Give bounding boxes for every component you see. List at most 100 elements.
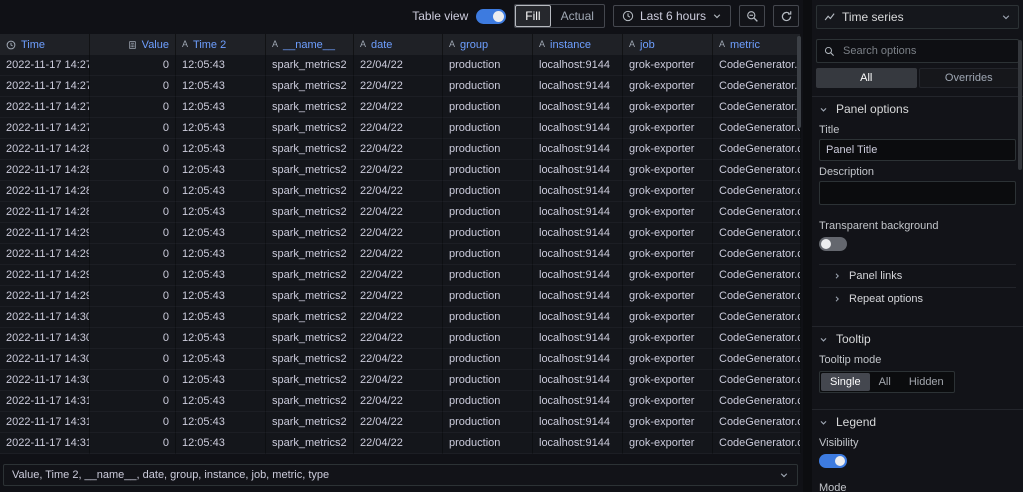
table-row[interactable]: 2022-11-17 14:28:45012:05:43spark_metric…: [0, 202, 801, 223]
table-cell-job: grok-exporter: [623, 223, 713, 244]
title-label: Title: [819, 124, 840, 136]
section-tooltip: Tooltip Tooltip mode Single All Hidden: [812, 326, 1023, 401]
table-row[interactable]: 2022-11-17 14:29:15012:05:43spark_metric…: [0, 244, 801, 265]
panel-links-collapse[interactable]: Panel links: [819, 264, 1016, 287]
fields-dropdown[interactable]: Value, Time 2, __name__, date, group, in…: [3, 464, 798, 486]
column-header-name[interactable]: A __name__: [266, 34, 354, 55]
table-row[interactable]: 2022-11-17 14:31:30012:05:43spark_metric…: [0, 433, 801, 454]
table-row[interactable]: 2022-11-17 14:31:00012:05:43spark_metric…: [0, 391, 801, 412]
column-header-instance[interactable]: Ainstance: [533, 34, 623, 55]
table-cell-group: production: [443, 244, 533, 265]
table-row[interactable]: 2022-11-17 14:27:15012:05:43spark_metric…: [0, 76, 801, 97]
table-cell-date: 22/04/22: [354, 223, 443, 244]
panel-title-input[interactable]: [819, 139, 1016, 161]
table-cell-name: spark_metrics2: [266, 223, 354, 244]
table-cell-time: 2022-11-17 14:30:45: [0, 370, 90, 391]
graph-icon: [824, 11, 836, 23]
table-row[interactable]: 2022-11-17 14:29:45012:05:43spark_metric…: [0, 286, 801, 307]
visualization-picker-value: Time series: [842, 10, 904, 24]
table-row[interactable]: 2022-11-17 14:29:00012:05:43spark_metric…: [0, 223, 801, 244]
legend-visibility-toggle[interactable]: [819, 454, 847, 468]
table-cell-metric: CodeGenerator.com…: [713, 307, 801, 328]
table-scrollbar[interactable]: [797, 36, 801, 128]
table-cell-group: production: [443, 118, 533, 139]
refresh-button[interactable]: [773, 5, 799, 27]
legend-mode-label: Mode: [819, 482, 847, 492]
table-cell-date: 22/04/22: [354, 433, 443, 454]
column-header-time[interactable]: Time: [0, 34, 90, 55]
zoom-out-button[interactable]: [739, 5, 765, 27]
table-cell-instance: localhost:9144: [533, 391, 623, 412]
column-header-time-2[interactable]: A Time 2: [176, 34, 266, 55]
transparent-background-toggle[interactable]: [819, 237, 847, 251]
time-range-picker[interactable]: Last 6 hours: [612, 5, 731, 27]
options-scrollbar[interactable]: [1018, 40, 1022, 170]
tooltip-mode-single[interactable]: Single: [821, 373, 870, 391]
table-row[interactable]: 2022-11-17 14:30:15012:05:43spark_metric…: [0, 328, 801, 349]
table-row[interactable]: 2022-11-17 14:30:45012:05:43spark_metric…: [0, 370, 801, 391]
fields-dropdown-value: Value, Time 2, __name__, date, group, in…: [12, 469, 330, 481]
table-cell-time-2: 12:05:43: [176, 118, 266, 139]
table-cell-time-2: 12:05:43: [176, 181, 266, 202]
tooltip-mode-all[interactable]: All: [870, 373, 900, 391]
pane-splitter[interactable]: [803, 0, 812, 492]
table-cell-job: grok-exporter: [623, 433, 713, 454]
tab-overrides[interactable]: Overrides: [918, 68, 1019, 88]
table-cell-value: 0: [90, 139, 176, 160]
options-tabs: All Overrides: [816, 68, 1019, 88]
table-cell-group: production: [443, 286, 533, 307]
refresh-icon: [780, 10, 793, 23]
table-cell-name: spark_metrics2: [266, 412, 354, 433]
table-row[interactable]: 2022-11-17 14:27:30012:05:43spark_metric…: [0, 97, 801, 118]
column-header-metric[interactable]: Ametric: [713, 34, 801, 55]
tooltip-header[interactable]: Tooltip: [812, 327, 1023, 349]
letter-a-icon: A: [360, 39, 367, 49]
visualization-picker[interactable]: Time series: [816, 5, 1019, 29]
table-cell-time: 2022-11-17 14:30:15: [0, 328, 90, 349]
column-header-value[interactable]: Value: [90, 34, 176, 55]
panel-options-content: Title Description Transparent background…: [812, 124, 1023, 318]
table-view-control: Table view: [412, 8, 507, 24]
table-row[interactable]: 2022-11-17 14:28:00012:05:43spark_metric…: [0, 139, 801, 160]
table-view-toggle[interactable]: [476, 8, 507, 24]
tab-all[interactable]: All: [816, 68, 917, 88]
legend-visibility-label: Visibility: [819, 437, 859, 449]
legend-content: Visibility Mode List Table Placement: [812, 437, 1023, 492]
table-row[interactable]: 2022-11-17 14:30:00012:05:43spark_metric…: [0, 307, 801, 328]
table-row[interactable]: 2022-11-17 14:31:15012:05:43spark_metric…: [0, 412, 801, 433]
table-cell-time-2: 12:05:43: [176, 223, 266, 244]
size-mode-group: Fill Actual: [514, 4, 605, 28]
table-cell-value: 0: [90, 286, 176, 307]
table-row[interactable]: 2022-11-17 14:29:30012:05:43spark_metric…: [0, 265, 801, 286]
panel-options-subsections: Panel links Repeat options: [819, 264, 1016, 310]
table-row[interactable]: 2022-11-17 14:30:30012:05:43spark_metric…: [0, 349, 801, 370]
toggle-knob: [821, 239, 831, 249]
tooltip-mode-hidden[interactable]: Hidden: [900, 373, 953, 391]
actual-option[interactable]: Actual: [551, 5, 604, 27]
column-header-label: Time 2: [193, 38, 227, 51]
table-row[interactable]: 2022-11-17 14:28:30012:05:43spark_metric…: [0, 181, 801, 202]
table-cell-time: 2022-11-17 14:29:00: [0, 223, 90, 244]
fill-option[interactable]: Fill: [515, 5, 551, 27]
table-cell-group: production: [443, 307, 533, 328]
description-input[interactable]: [819, 181, 1016, 205]
column-header-group[interactable]: Agroup: [443, 34, 533, 55]
table-cell-date: 22/04/22: [354, 286, 443, 307]
table-cell-instance: localhost:9144: [533, 76, 623, 97]
chevron-down-icon: [1001, 12, 1011, 22]
table-row[interactable]: 2022-11-17 14:27:00012:05:43spark_metric…: [0, 55, 801, 76]
repeat-options-collapse[interactable]: Repeat options: [819, 287, 1016, 310]
column-header-date[interactable]: Adate: [354, 34, 443, 55]
table-cell-job: grok-exporter: [623, 202, 713, 223]
table-cell-instance: localhost:9144: [533, 370, 623, 391]
panel-toolbar: Table view Fill Actual Last 6 hours: [0, 0, 799, 32]
table-cell-date: 22/04/22: [354, 307, 443, 328]
search-input[interactable]: [841, 44, 1011, 58]
table-row[interactable]: 2022-11-17 14:27:45012:05:43spark_metric…: [0, 118, 801, 139]
panel-options-header[interactable]: Panel options: [812, 97, 1023, 119]
table-cell-time: 2022-11-17 14:28:30: [0, 181, 90, 202]
table-row[interactable]: 2022-11-17 14:28:15012:05:43spark_metric…: [0, 160, 801, 181]
column-header-label: group: [460, 38, 489, 51]
column-header-job[interactable]: Ajob: [623, 34, 713, 55]
legend-header[interactable]: Legend: [812, 410, 1023, 432]
